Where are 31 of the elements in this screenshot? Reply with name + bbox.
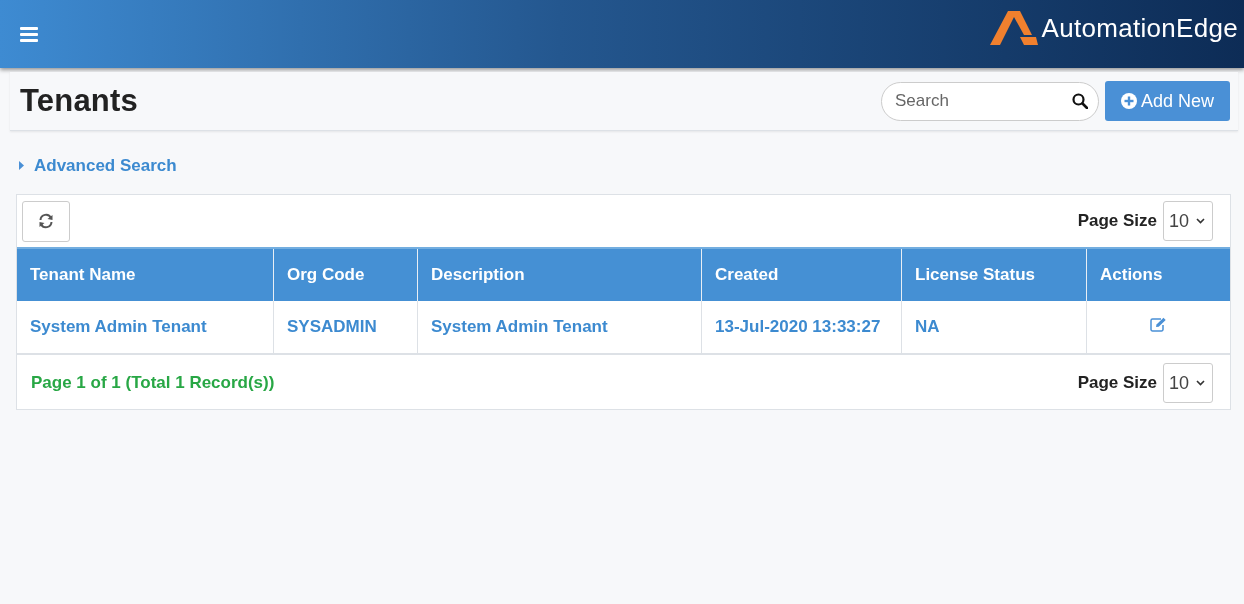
table-cell[interactable]: SYSADMIN [287,317,377,336]
table-cell[interactable]: 13-Jul-2020 13:33:27 [715,317,881,336]
logo-icon [989,11,1038,45]
menu-icon[interactable] [20,26,38,42]
table-cell[interactable]: System Admin Tenant [30,317,207,336]
page-size-select[interactable]: 10 [1163,201,1213,241]
column-header: Tenant Name [17,248,274,301]
search-field[interactable]: Search [881,81,1099,121]
record-summary: Page 1 of 1 (Total 1 Record(s)) [31,373,275,393]
brand-name: AutomationEdge [1041,12,1238,44]
chevron-down-icon [1196,380,1205,386]
page-title: Tenants [20,83,138,119]
edit-icon[interactable] [1150,317,1167,332]
advanced-search-link[interactable]: Advanced Search [18,156,177,176]
page-size-select[interactable]: 10 [1163,363,1213,403]
column-header: Org Code [273,248,418,301]
column-header: License Status [901,248,1087,301]
chevron-down-icon [1196,218,1205,224]
column-header: Description [417,248,702,301]
table-cell[interactable]: NA [915,317,940,336]
caret-icon [18,161,26,171]
column-header: Created [701,248,902,301]
page-size-label: Page Size [1077,373,1157,393]
add-new-button[interactable]: Add New [1105,81,1230,121]
page-size-label: Page Size [1077,211,1157,231]
refresh-icon [38,213,54,229]
table-cell[interactable]: System Admin Tenant [431,317,608,336]
refresh-button[interactable] [22,200,70,242]
column-header: Actions [1086,248,1230,301]
search-icon[interactable] [1072,92,1088,109]
plus-circle-icon [1120,93,1137,109]
